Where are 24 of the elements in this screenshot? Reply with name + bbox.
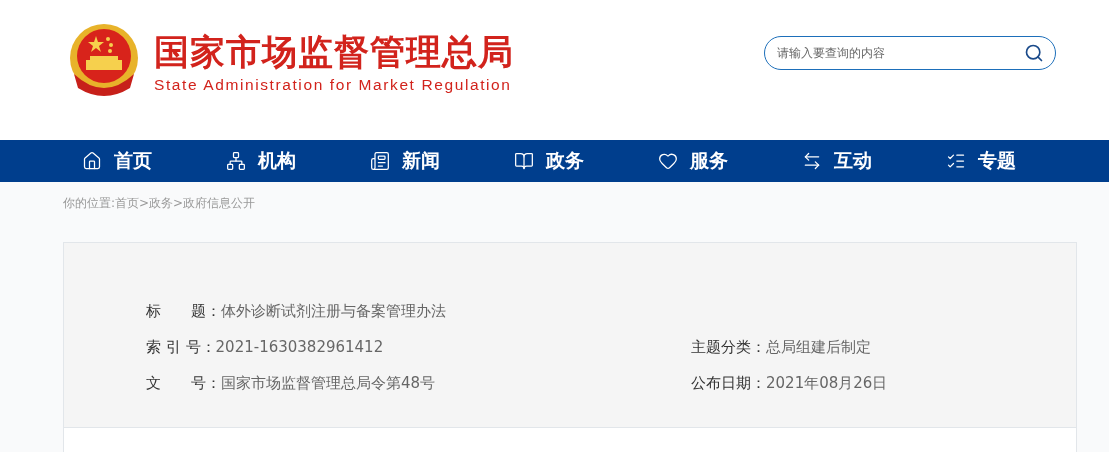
field-value: 总局组建后制定 bbox=[766, 337, 871, 358]
field-label: 主题分类： bbox=[691, 337, 766, 358]
nav-item[interactable]: 专题 bbox=[946, 148, 1090, 174]
site-subtitle: State Administration for Market Regulation bbox=[154, 76, 513, 94]
nav-item[interactable]: 服务 bbox=[658, 148, 802, 174]
field-label: 标 题： bbox=[146, 301, 221, 322]
field-label: 公布日期： bbox=[691, 373, 766, 394]
search-icon[interactable] bbox=[1024, 43, 1044, 63]
nav-item[interactable]: 互动 bbox=[802, 148, 946, 174]
nav-item[interactable]: 政务 bbox=[514, 148, 658, 174]
site-title: 国家市场监督管理总局 bbox=[154, 32, 514, 72]
nav-item[interactable]: 首页 bbox=[82, 148, 226, 174]
field-value: 体外诊断试剂注册与备案管理办法 bbox=[221, 301, 446, 322]
field-value: 2021年08月26日 bbox=[766, 373, 888, 394]
nav-item[interactable]: 机构 bbox=[226, 148, 370, 174]
home-icon bbox=[82, 151, 102, 171]
search-field[interactable]: 请输入要查询的内容 bbox=[764, 36, 1056, 70]
field-label: 索 引 号： bbox=[146, 337, 216, 358]
field-label: 文 号： bbox=[146, 373, 221, 394]
field-value: 国家市场监督管理总局令第48号 bbox=[221, 373, 436, 394]
news-icon bbox=[370, 151, 390, 171]
breadcrumb: 你的位置:首页>政务>政府信息公开 bbox=[63, 196, 256, 210]
field-value: 2021-1630382961412 bbox=[215, 337, 384, 358]
nav-item[interactable]: 新闻 bbox=[370, 148, 514, 174]
